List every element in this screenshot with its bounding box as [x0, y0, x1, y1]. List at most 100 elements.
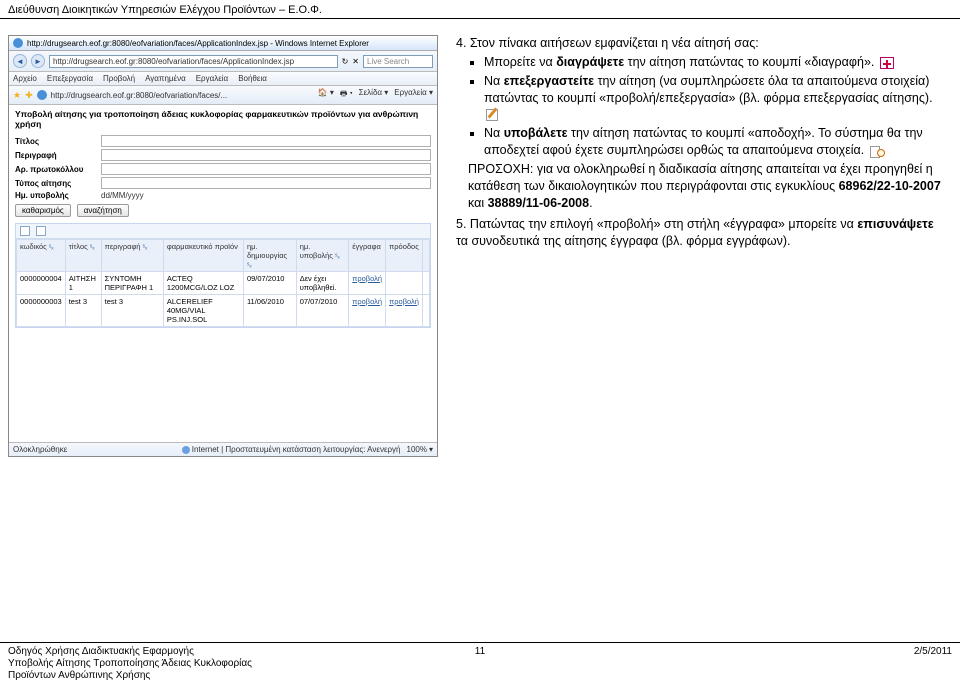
- attach-icon: [870, 145, 886, 157]
- browser-window: http://drugsearch.eof.gr:8080/eofvariati…: [8, 35, 438, 457]
- bullet-warning: ΠΡΟΣΟΧΗ: για να ολοκληρωθεί η διαδικασία…: [468, 161, 946, 212]
- eggrafa-link[interactable]: προβολή: [352, 297, 382, 306]
- bullet-delete: Μπορείτε να διαγράψετε την αίτηση πατώντ…: [484, 54, 946, 71]
- col-titlos[interactable]: τίτλος ˢₓ: [65, 240, 101, 272]
- header-title: Διεύθυνση Διοικητικών Υπηρεσιών Ελέγχου …: [8, 4, 322, 16]
- add-favorite-icon[interactable]: ✚: [25, 90, 33, 101]
- instructions: 4. Στον πίνακα αιτήσεων εμφανίζεται η νέ…: [456, 35, 952, 457]
- grid-add-icon[interactable]: [20, 226, 30, 236]
- lbl-hm: Ημ. υποβολής: [15, 191, 95, 200]
- col-hm-yp[interactable]: ημ. υποβολής ˢₓ: [296, 240, 348, 272]
- footer-left: Οδηγός Χρήσης Διαδικτυακής Εφαρμογής Υπο…: [8, 646, 252, 682]
- security-zone: Internet | Προστατευμένη κατάσταση λειτο…: [182, 445, 401, 454]
- page-menu[interactable]: Σελίδα ▾: [359, 88, 389, 102]
- col-actions: [422, 240, 429, 272]
- print-icon[interactable]: 🖶 ▾: [340, 88, 353, 102]
- footer-date: 2/5/2011: [914, 646, 952, 657]
- window-title: http://drugsearch.eof.gr:8080/eofvariati…: [27, 39, 369, 48]
- forward-button[interactable]: ►: [31, 54, 45, 68]
- step-4: 4. Στον πίνακα αιτήσεων εμφανίζεται η νέ…: [456, 35, 946, 212]
- input-perigrafi[interactable]: [101, 149, 431, 161]
- cell-hm-yp: 07/07/2010: [296, 295, 348, 327]
- search-button[interactable]: αναζήτηση: [77, 204, 129, 217]
- edit-icon: [486, 109, 500, 121]
- browser-menu: Αρχείο Επεξεργασία Προβολή Αγαπημένα Εργ…: [9, 72, 437, 86]
- lbl-typos: Τύπος αίτησης: [15, 179, 95, 188]
- bullet-submit: Να υποβάλετε την αίτηση πατώντας το κουμ…: [484, 125, 946, 159]
- col-kodikos[interactable]: κωδικός ˢₓ: [17, 240, 66, 272]
- cell-proodos: [386, 272, 423, 295]
- content-area: http://drugsearch.eof.gr:8080/eofvariati…: [0, 19, 960, 457]
- cell-perigrafi: test 3: [101, 295, 163, 327]
- lbl-perigrafi: Περιγραφή: [15, 151, 95, 160]
- cell-actions[interactable]: [422, 272, 429, 295]
- val-hm: dd/MM/yyyy: [101, 191, 144, 200]
- favorites-icon[interactable]: ★: [13, 90, 21, 101]
- col-eggrafa[interactable]: έγγραφα: [349, 240, 386, 272]
- refresh-icon[interactable]: ↻: [342, 57, 349, 66]
- menu-favorites[interactable]: Αγαπημένα: [145, 74, 186, 83]
- cell-kodikos: 0000000004: [17, 272, 66, 295]
- menu-tools[interactable]: Εργαλεία: [196, 74, 228, 83]
- tab-row: ★ ✚ http://drugsearch.eof.gr:8080/eofvar…: [9, 86, 437, 105]
- cell-titlos: ΑΙΤΗΣΗ 1: [65, 272, 101, 295]
- zoom-level[interactable]: 100% ▾: [407, 445, 433, 454]
- browser-titlebar: http://drugsearch.eof.gr:8080/eofvariati…: [9, 36, 437, 51]
- input-typos[interactable]: [101, 177, 431, 189]
- menu-edit[interactable]: Επεξεργασία: [47, 74, 93, 83]
- col-farmako[interactable]: φαρμακευτικό προϊόν: [163, 240, 243, 272]
- search-field[interactable]: Live Search: [363, 55, 433, 68]
- browser-statusbar: Ολοκληρώθηκε Internet | Προστατευμένη κα…: [9, 442, 437, 456]
- col-proodos[interactable]: πρόοδος: [386, 240, 423, 272]
- input-titlos[interactable]: [101, 135, 431, 147]
- menu-view[interactable]: Προβολή: [103, 74, 135, 83]
- cell-farmako: ALCERELIEF 40MG/VIAL PS.INJ.SOL: [163, 295, 243, 327]
- tab-label[interactable]: http://drugsearch.eof.gr:8080/eofvariati…: [51, 91, 228, 100]
- footer-page-number: 11: [475, 646, 485, 657]
- form-buttons: καθαρισμός αναζήτηση: [15, 204, 431, 217]
- step-5: 5. Πατώντας την επιλογή «προβολή» στη στ…: [456, 216, 946, 250]
- menu-file[interactable]: Αρχείο: [13, 74, 37, 83]
- internet-icon: [182, 446, 190, 454]
- page-footer: Οδηγός Χρήσης Διαδικτυακής Εφαρμογής Υπο…: [0, 642, 960, 682]
- bullet-edit: Να επεξεργαστείτε την αίτηση (να συμπληρ…: [484, 73, 946, 124]
- table-row: 0000000004 ΑΙΤΗΣΗ 1 ΣΥΝΤΟΜΗ ΠΕΡΙΓΡΑΦΗ 1 …: [17, 272, 430, 295]
- page-header: Διεύθυνση Διοικητικών Υπηρεσιών Ελέγχου …: [0, 0, 960, 19]
- applications-grid: κωδικός ˢₓ τίτλος ˢₓ περιγραφή ˢₓ φαρμακ…: [15, 223, 431, 328]
- cell-farmako: ACTEQ 1200MCG/LOZ LOZ: [163, 272, 243, 295]
- clear-button[interactable]: καθαρισμός: [15, 204, 71, 217]
- col-hm-dim[interactable]: ημ. δημιουργίας ˢₓ: [243, 240, 296, 272]
- cell-titlos: test 3: [65, 295, 101, 327]
- table-row: 0000000003 test 3 test 3 ALCERELIEF 40MG…: [17, 295, 430, 327]
- command-bar: 🏠 ▾ 🖶 ▾ Σελίδα ▾ Εργαλεία ▾: [318, 88, 433, 102]
- back-button[interactable]: ◄: [13, 54, 27, 68]
- grid-header-row: κωδικός ˢₓ τίτλος ˢₓ περιγραφή ˢₓ φαρμακ…: [17, 240, 430, 272]
- proodos-link[interactable]: προβολή: [389, 297, 419, 306]
- grid-toolbar: [16, 224, 430, 239]
- cell-hm-dim: 11/06/2010: [243, 295, 296, 327]
- cell-perigrafi: ΣΥΝΤΟΜΗ ΠΕΡΙΓΡΑΦΗ 1: [101, 272, 163, 295]
- browser-address-bar: ◄ ► http://drugsearch.eof.gr:8080/eofvar…: [9, 51, 437, 72]
- cell-hm-yp: Δεν έχει υποβληθεί.: [296, 272, 348, 295]
- cell-hm-dim: 09/07/2010: [243, 272, 296, 295]
- cell-actions[interactable]: [422, 295, 429, 327]
- cell-kodikos: 0000000003: [17, 295, 66, 327]
- home-icon[interactable]: 🏠 ▾: [318, 88, 334, 102]
- lbl-titlos: Τίτλος: [15, 137, 95, 146]
- tab-icon: [37, 90, 47, 100]
- grid-table: κωδικός ˢₓ τίτλος ˢₓ περιγραφή ˢₓ φαρμακ…: [16, 239, 430, 327]
- status-done: Ολοκληρώθηκε: [13, 445, 67, 454]
- ie-icon: [13, 38, 23, 48]
- url-field[interactable]: http://drugsearch.eof.gr:8080/eofvariati…: [49, 55, 338, 68]
- eggrafa-link[interactable]: προβολή: [352, 274, 382, 283]
- page-title: Υποβολή αίτησης για τροποποίηση άδειας κ…: [15, 109, 431, 129]
- delete-icon: [880, 57, 894, 69]
- lbl-protokollo: Αρ. πρωτοκόλλου: [15, 165, 95, 174]
- tools-menu[interactable]: Εργαλεία ▾: [394, 88, 433, 102]
- col-perigrafi[interactable]: περιγραφή ˢₓ: [101, 240, 163, 272]
- stop-icon[interactable]: ✕: [352, 57, 359, 66]
- input-protokollo[interactable]: [101, 163, 431, 175]
- grid-refresh-icon[interactable]: [36, 226, 46, 236]
- menu-help[interactable]: Βοήθεια: [238, 74, 267, 83]
- app-body: Υποβολή αίτησης για τροποποίηση άδειας κ…: [9, 105, 437, 332]
